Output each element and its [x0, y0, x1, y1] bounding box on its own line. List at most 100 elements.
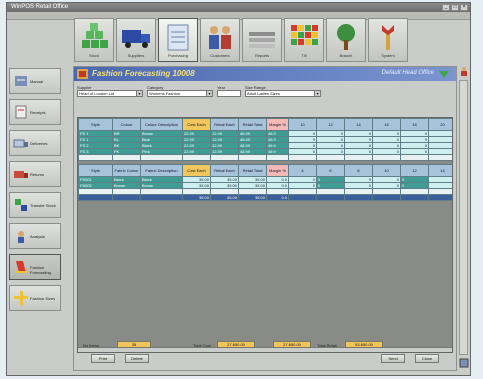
tools-icon: [382, 25, 394, 50]
panel-header: Fashion Forecasting 10008 Default Head O…: [74, 67, 456, 81]
report-icon: [249, 32, 275, 48]
col-colour-desc[interactable]: Colour Description: [140, 118, 183, 131]
total-retail-value: 53,650.00: [345, 341, 383, 348]
col-retail-total[interactable]: Retail Total: [238, 118, 267, 131]
col-fabric-desc[interactable]: Fabric Description: [140, 164, 183, 177]
main-toolbar: Stock Suppliers Purchasing Customers Rep…: [74, 18, 408, 64]
minimize-button[interactable]: _: [442, 4, 450, 11]
footer: No Items 35 Total Cost 27,650.00 27,650.…: [77, 340, 455, 370]
sidebar-item-manual[interactable]: Manual: [9, 68, 61, 94]
col-size[interactable]: 8: [344, 164, 373, 177]
toolbar-system-button[interactable]: System: [368, 18, 408, 62]
totals-row: 35.00 35.00 35.00 0.0: [78, 194, 452, 201]
returns-icon: [14, 171, 28, 178]
chevron-down-icon[interactable]: ▾: [314, 91, 320, 96]
toolbar-reports-button[interactable]: Reports: [242, 18, 282, 62]
sidebar-item-deliveries[interactable]: Deliveries: [9, 130, 61, 156]
category-filter: Category Womens Fashion ▾: [147, 85, 213, 97]
sidebar-item-transfer[interactable]: Transfer Stock: [9, 192, 61, 218]
size-range-select[interactable]: Adult Ladies Sizes ▾: [245, 90, 321, 97]
stock-icon: [82, 23, 108, 48]
sidebar-item-analysis[interactable]: Analysis: [9, 223, 61, 249]
col-retail-each[interactable]: Retail Each: [210, 118, 239, 131]
toolbar-branch-button[interactable]: Branch: [326, 18, 366, 62]
panel-branch: Default Head Office: [381, 70, 434, 76]
toolbar-suppliers-button[interactable]: Suppliers: [116, 18, 156, 62]
receipts-icon: [15, 105, 27, 119]
table-row[interactable]: [78, 154, 452, 161]
forecast-table-2: Style Fabric Colour Fabric Description C…: [78, 164, 452, 201]
user-icon[interactable]: [459, 66, 469, 76]
category-select[interactable]: Womens Fashion ▾: [147, 90, 213, 97]
sidebar-item-forecasting[interactable]: Fashion Forecasting: [9, 254, 61, 280]
transfer-icon: [15, 199, 27, 211]
col-size[interactable]: 20: [428, 118, 452, 131]
no-items-label: No Items: [83, 343, 100, 348]
close-form-button[interactable]: Close: [415, 354, 439, 363]
toolbar-customers-button[interactable]: Customers: [200, 18, 240, 62]
forecasting-panel: Fashion Forecasting 10008 Default Head O…: [73, 66, 457, 371]
col-size[interactable]: 12: [400, 164, 429, 177]
close-button[interactable]: ×: [460, 4, 468, 11]
supplier-filter: Supplier Head of London Ltd ▾: [77, 85, 143, 97]
year-filter: Year: [217, 85, 241, 97]
tree-icon: [337, 24, 355, 50]
col-cost-each[interactable]: Cost Each: [182, 118, 211, 131]
supplier-select[interactable]: Head of London Ltd ▾: [77, 90, 143, 97]
panel-title: Fashion Forecasting 10008: [92, 69, 195, 78]
col-size[interactable]: 14: [428, 164, 452, 177]
col-cost-each[interactable]: Cost Each: [182, 164, 211, 177]
col-size[interactable]: 16: [372, 118, 401, 131]
col-size[interactable]: 4: [288, 164, 317, 177]
col-size[interactable]: 18: [400, 118, 429, 131]
col-fabric-colour[interactable]: Fabric Colour: [112, 164, 141, 177]
col-margin[interactable]: Margin %: [266, 164, 289, 177]
people-icon: [209, 26, 231, 49]
grid-area: Style Colour Colour Description Cost Eac…: [77, 117, 453, 353]
deliveries-icon: [13, 139, 28, 148]
total-retail-label: Total Retail: [317, 343, 337, 348]
down-arrow-icon: [439, 71, 449, 78]
maximize-button[interactable]: □: [451, 4, 459, 11]
chevron-down-icon[interactable]: ▾: [136, 91, 142, 96]
till-grid-icon: [291, 25, 318, 45]
toolbar-stock-button[interactable]: Stock: [74, 18, 114, 62]
clipboard-icon: [167, 24, 189, 51]
sidebar-item-returns[interactable]: Returns: [9, 161, 61, 187]
toolbar-till-button[interactable]: Till: [284, 18, 324, 62]
col-retail-each[interactable]: Retail Each: [210, 164, 239, 177]
sidebar-item-receipts[interactable]: Receipts: [9, 99, 61, 125]
col-retail-total[interactable]: Retail Total: [238, 164, 267, 177]
col-colour[interactable]: Colour: [112, 118, 141, 131]
col-margin[interactable]: Margin %: [266, 118, 289, 131]
print-button[interactable]: Print: [91, 354, 115, 363]
forecast-table-1: Style Colour Colour Description Cost Eac…: [78, 118, 452, 161]
total-cost-value: 27,650.00: [217, 341, 255, 348]
col-style[interactable]: Style: [78, 118, 113, 131]
analysis-icon: [18, 231, 24, 243]
window-title: WinPOS Retail Office: [11, 4, 69, 10]
toolbar-purchasing-button[interactable]: Purchasing: [158, 18, 198, 62]
vertical-scrollbar[interactable]: [459, 80, 468, 355]
filter-row: Supplier Head of London Ltd ▾ Category Wo…: [77, 85, 321, 97]
sidebar-item-fashion-sizes[interactable]: Fashion Sizes: [9, 285, 61, 311]
chevron-down-icon[interactable]: ▾: [206, 91, 212, 96]
size-range-filter: Size Range Adult Ladies Sizes ▾: [245, 85, 321, 97]
col-size[interactable]: 10: [288, 118, 317, 131]
sizes-icon: [14, 291, 28, 305]
total-cost-label: Total Cost: [193, 343, 211, 348]
sidebar: Manual Receipts Deliveries Returns Trans…: [9, 68, 71, 316]
col-size[interactable]: 14: [344, 118, 373, 131]
exit-icon[interactable]: [459, 358, 469, 368]
send-button[interactable]: Send: [381, 354, 405, 363]
truck-icon: [122, 30, 150, 48]
col-size[interactable]: 12: [316, 118, 345, 131]
col-size[interactable]: 10: [372, 164, 401, 177]
year-input[interactable]: [217, 90, 241, 97]
delete-button[interactable]: Delete: [125, 354, 149, 363]
col-size[interactable]: 6: [316, 164, 345, 177]
no-items-value: 35: [117, 341, 151, 348]
manual-icon: [15, 76, 27, 86]
col-style[interactable]: Style: [78, 164, 113, 177]
title-bar: WinPOS Retail Office _ □ ×: [7, 3, 470, 12]
